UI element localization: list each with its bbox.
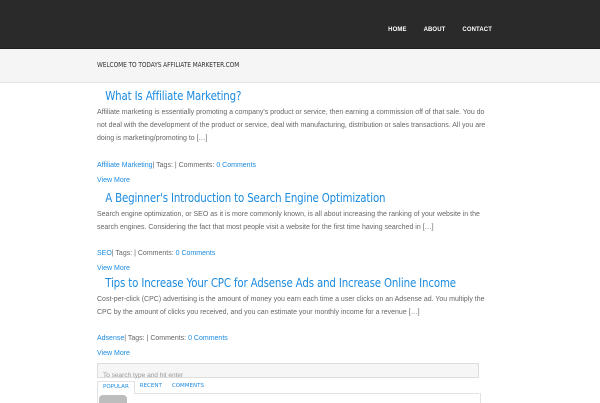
post-title[interactable]: Tips to Increase Your CPC for Adsense Ad… bbox=[97, 275, 456, 290]
post-item: What Is Affiliate Marketing? Affiliate m… bbox=[97, 88, 492, 184]
nav-item-home[interactable]: HOME bbox=[388, 27, 406, 33]
view-more-link[interactable]: View More bbox=[97, 265, 130, 272]
post-title[interactable]: A Beginner's Introduction to Search Engi… bbox=[97, 190, 421, 205]
post-category-link[interactable]: SEO bbox=[97, 250, 112, 257]
post-category-link[interactable]: Adsense bbox=[97, 335, 124, 342]
view-more-link[interactable]: View More bbox=[97, 350, 130, 357]
search-box bbox=[97, 363, 479, 382]
welcome-banner: WELCOME TO TODAYS AFFILIATE MARKETER.COM bbox=[0, 49, 600, 83]
post-comments-link[interactable]: 0 Comments bbox=[216, 162, 256, 169]
post-item: A Beginner's Introduction to Search Engi… bbox=[97, 190, 492, 272]
tab-recent[interactable]: RECENT bbox=[135, 381, 167, 393]
post-meta: Adsense| Tags: | Comments: 0 Comments bbox=[97, 335, 228, 342]
post-item: Tips to Increase Your CPC for Adsense Ad… bbox=[97, 275, 492, 357]
post-meta: Affiliate Marketing| Tags: | Comments: 0… bbox=[97, 162, 256, 169]
top-navigation-bar: HOME ABOUT CONTACT bbox=[0, 0, 600, 49]
post-comments-link[interactable]: 0 Comments bbox=[176, 250, 216, 257]
post-meta-separator: | Tags: | Comments: bbox=[124, 335, 187, 342]
main-menu: HOME ABOUT CONTACT bbox=[371, 27, 492, 33]
tab-comments[interactable]: COMMENTS bbox=[167, 381, 209, 393]
post-excerpt: Search engine optimization, or SEO as it… bbox=[97, 211, 480, 231]
tab-content-panel bbox=[97, 393, 481, 403]
post-title[interactable]: What Is Affiliate Marketing? bbox=[97, 88, 421, 103]
post-meta-separator: | Tags: | Comments: bbox=[152, 162, 215, 169]
post-excerpt: Cost-per-click (CPC) advertising is the … bbox=[97, 296, 485, 316]
post-meta: SEO| Tags: | Comments: 0 Comments bbox=[97, 250, 215, 257]
post-thumbnail[interactable] bbox=[99, 395, 127, 403]
nav-item-about[interactable]: ABOUT bbox=[424, 27, 446, 33]
post-category-link[interactable]: Affiliate Marketing bbox=[97, 162, 153, 169]
view-more-link[interactable]: View More bbox=[97, 177, 130, 184]
post-comments-link[interactable]: 0 Comments bbox=[188, 335, 228, 342]
post-meta-separator: | Tags: | Comments: bbox=[111, 250, 174, 257]
welcome-text: WELCOME TO TODAYS AFFILIATE MARKETER.COM bbox=[97, 61, 240, 69]
nav-item-contact[interactable]: CONTACT bbox=[462, 27, 492, 33]
post-excerpt: Affiliate marketing is essentially promo… bbox=[97, 109, 486, 142]
